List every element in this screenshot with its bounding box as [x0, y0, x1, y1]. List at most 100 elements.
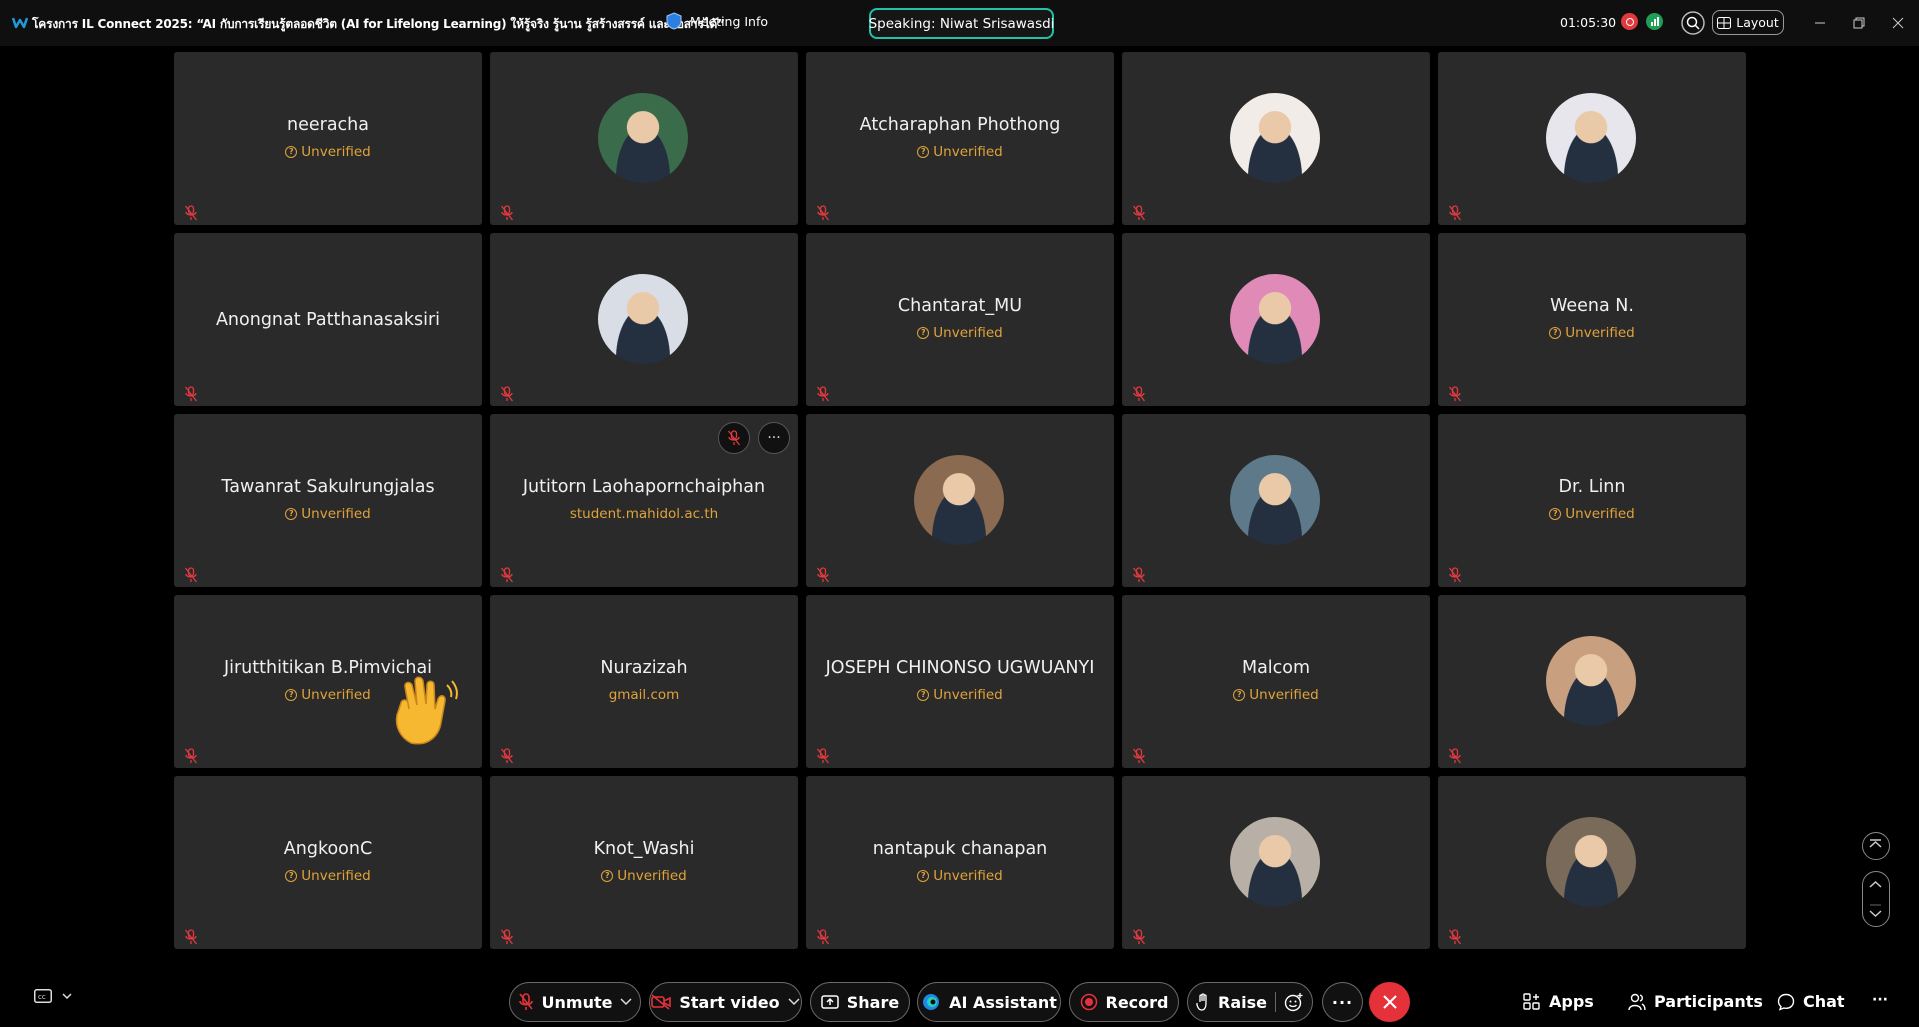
scroll-to-top-button[interactable]: [1862, 832, 1890, 860]
start-video-button[interactable]: Start video: [649, 982, 802, 1022]
participant-tile[interactable]: [490, 233, 798, 406]
participant-tile[interactable]: Weena N.? Unverified: [1438, 233, 1746, 406]
mic-muted-icon: [518, 993, 533, 1010]
participant-tile[interactable]: Jutitorn Laohapornchaiphan student.mahido…: [490, 414, 798, 587]
close-window-button[interactable]: [1887, 12, 1909, 34]
participant-tile[interactable]: Jirutthitikan B.Pimvichai? Unverified: [174, 595, 482, 768]
participants-icon: [1628, 993, 1646, 1010]
layout-label: Layout: [1736, 15, 1779, 30]
chat-button[interactable]: Chat: [1777, 992, 1845, 1011]
share-label: Share: [846, 992, 900, 1012]
ai-assistant-icon: [923, 994, 940, 1010]
chevrons-up-icon: [1869, 839, 1882, 848]
reactions-icon[interactable]: [1284, 992, 1304, 1012]
meeting-info-button[interactable]: Meeting Info: [666, 12, 768, 30]
leave-meeting-button[interactable]: [1369, 982, 1410, 1022]
participant-tile[interactable]: Malcom? Unverified: [1122, 595, 1430, 768]
apps-button[interactable]: Apps: [1523, 992, 1594, 1011]
unmute-button[interactable]: Unmute: [509, 982, 641, 1022]
participant-tile[interactable]: [1438, 52, 1746, 225]
mic-muted-icon: [816, 386, 830, 402]
participant-tile[interactable]: [1122, 52, 1430, 225]
participant-tile[interactable]: [1438, 776, 1746, 949]
participant-avatar: [1546, 93, 1636, 183]
participant-tile[interactable]: AngkoonC? Unverified: [174, 776, 482, 949]
participant-tile[interactable]: Anongnat Patthanasaksiri: [174, 233, 482, 406]
unverified-icon: ?: [1549, 508, 1562, 520]
ai-assistant-label: AI Assistant: [949, 992, 1057, 1012]
layout-button[interactable]: Layout: [1712, 10, 1784, 35]
participant-tile[interactable]: [1122, 414, 1430, 587]
participant-status-text: gmail.com: [608, 687, 680, 703]
mic-muted-icon: [816, 929, 830, 945]
zoom-icon[interactable]: [1681, 11, 1705, 35]
participant-tile[interactable]: neeracha? Unverified: [174, 52, 482, 225]
recording-status-icon: [1621, 13, 1638, 30]
participant-name: nantapuk chanapan: [872, 839, 1048, 859]
mute-participant-button[interactable]: [718, 422, 750, 454]
chevron-down-icon[interactable]: [788, 998, 800, 1006]
participant-status-text: Unverified: [933, 868, 1003, 884]
mic-muted-icon: [1448, 748, 1462, 764]
mic-muted-icon: [1132, 386, 1146, 402]
apps-label: Apps: [1549, 992, 1594, 1011]
mic-muted-icon: [1448, 205, 1462, 221]
meeting-title: โครงการ IL Connect 2025: “AI กับการเรียน…: [32, 17, 725, 31]
participant-tile[interactable]: [1122, 776, 1430, 949]
restore-button[interactable]: [1848, 12, 1870, 34]
participant-tile[interactable]: JOSEPH CHINONSO UGWUANYI? Unverified: [806, 595, 1114, 768]
mic-muted-icon: [500, 929, 514, 945]
chevron-down-icon[interactable]: [1863, 901, 1888, 926]
chevron-up-icon[interactable]: [1863, 872, 1888, 897]
mic-muted-icon: [184, 748, 198, 764]
mic-muted-icon: [184, 205, 198, 221]
apps-icon: [1523, 992, 1540, 1010]
participant-tile[interactable]: Knot_Washi? Unverified: [490, 776, 798, 949]
waving-hand-icon: [389, 673, 459, 749]
participant-avatar: [1546, 817, 1636, 907]
participant-status-text: Unverified: [301, 506, 371, 522]
participant-tile[interactable]: nantapuk chanapan? Unverified: [806, 776, 1114, 949]
unverified-badge: ? Unverified: [174, 144, 482, 160]
participant-tile[interactable]: Atcharaphan Phothong? Unverified: [806, 52, 1114, 225]
record-icon: [1080, 993, 1097, 1011]
captions-button[interactable]: cc: [34, 989, 72, 1003]
chevron-down-icon[interactable]: [620, 998, 632, 1006]
participant-tile[interactable]: Tawanrat Sakulrungjalas? Unverified: [174, 414, 482, 587]
meeting-info-label: Meeting Info: [690, 13, 769, 29]
mic-muted-icon: [816, 205, 830, 221]
participant-more-button[interactable]: ···: [758, 422, 790, 454]
mic-muted-icon: [816, 567, 830, 583]
speaking-indicator: Speaking: Niwat Srisawasdi: [869, 8, 1054, 39]
participant-tile[interactable]: [1438, 595, 1746, 768]
participant-tile[interactable]: Dr. Linn? Unverified: [1438, 414, 1746, 587]
page-scroll-control[interactable]: [1862, 871, 1890, 927]
participant-avatar: [1230, 817, 1320, 907]
ai-assistant-button[interactable]: AI Assistant: [917, 982, 1061, 1022]
unverified-icon: ?: [285, 508, 298, 520]
participant-status-text: Unverified: [933, 144, 1003, 160]
more-options-button[interactable]: ···: [1322, 982, 1363, 1022]
participant-tile[interactable]: Nurazizah gmail.com: [490, 595, 798, 768]
participants-button[interactable]: Participants: [1628, 992, 1763, 1011]
unverified-icon: ?: [285, 870, 298, 882]
raise-hand-button[interactable]: Raise: [1187, 982, 1313, 1022]
unverified-icon: ?: [917, 146, 930, 158]
record-button[interactable]: Record: [1069, 982, 1179, 1022]
mic-muted-icon: [184, 567, 198, 583]
unverified-icon: ?: [285, 689, 298, 701]
overflow-menu-button[interactable]: ···: [1872, 992, 1888, 1008]
participant-tile[interactable]: [490, 52, 798, 225]
more-icon: ···: [1872, 992, 1888, 1008]
bottom-control-bar: cc Unmute Start video Share AI Assistant…: [0, 978, 1919, 1027]
share-button[interactable]: Share: [810, 982, 910, 1022]
divider: [1274, 992, 1276, 1012]
video-off-icon: [651, 994, 672, 1010]
mic-muted-icon: [1132, 205, 1146, 221]
participant-status-text: Unverified: [1249, 687, 1319, 703]
participant-tile[interactable]: [1122, 233, 1430, 406]
mic-muted-icon: [184, 929, 198, 945]
participant-tile[interactable]: Chantarat_MU? Unverified: [806, 233, 1114, 406]
participant-tile[interactable]: [806, 414, 1114, 587]
minimize-button[interactable]: [1809, 12, 1831, 34]
